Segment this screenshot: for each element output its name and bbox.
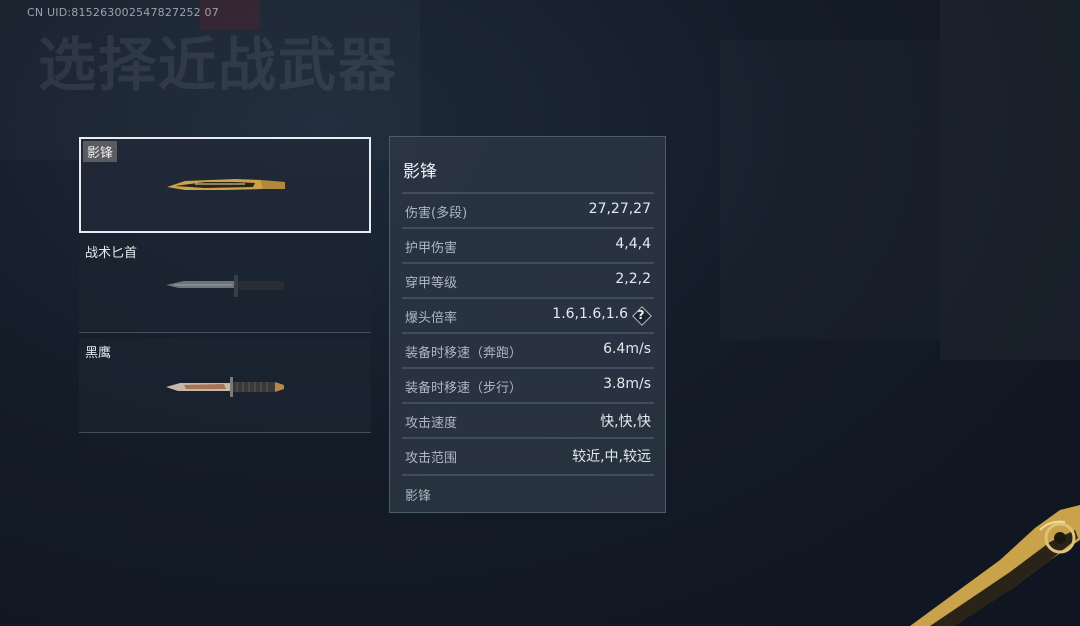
stat-row-attack-speed: 攻击速度 快,快,快 [402, 402, 654, 436]
weapon-name: 战术匕首 [85, 246, 138, 261]
help-icon-glyph: ? [637, 308, 645, 322]
weapon-detail-panel: 影锋 伤害(多段) 27,27,27 护甲伤害 4,4,4 穿甲等级 2,2,2… [389, 136, 666, 513]
stat-label: 爆头倍率 [405, 311, 458, 326]
stat-value: 2,2,2 [615, 271, 651, 287]
help-icon[interactable]: ? [632, 306, 652, 326]
stat-row-armor-damage: 护甲伤害 4,4,4 [402, 227, 654, 261]
blackhawk-knife-icon [166, 377, 284, 397]
weapon-name: 黑鹰 [85, 346, 112, 361]
stat-label: 穿甲等级 [405, 276, 458, 291]
background-panel [720, 40, 940, 340]
weapon-card-yingfeng[interactable]: 影锋 [79, 137, 371, 233]
stat-label: 护甲伤害 [405, 241, 458, 256]
stat-value: 3.8m/s [603, 376, 651, 392]
stat-value: 27,27,27 [588, 201, 651, 217]
weapon-card-tactical-dagger[interactable]: 战术匕首 [79, 238, 371, 333]
weapon-card-heiying[interactable]: 黑鹰 [79, 338, 371, 433]
background-panel [940, 0, 1080, 360]
stat-row-walk-speed: 装备时移速（步行） 3.8m/s [402, 367, 654, 401]
stat-label: 装备时移速（步行） [405, 381, 523, 396]
tactical-dagger-icon [166, 275, 284, 297]
stat-value: 快,快,快 [600, 414, 651, 430]
detail-title: 影锋 [403, 162, 437, 182]
weapon-preview-knife-icon [910, 505, 1080, 626]
stat-row-penetration: 穿甲等级 2,2,2 [402, 262, 654, 296]
stat-label: 攻击范围 [405, 451, 458, 466]
footer-label: 影锋 [405, 489, 432, 504]
page-title: 选择近战武器 [38, 31, 399, 99]
stat-label: 伤害(多段) [405, 206, 468, 221]
stat-row-attack-range: 攻击范围 较近,中,较远 [402, 437, 654, 471]
stat-label: 装备时移速（奔跑） [405, 346, 523, 361]
golden-knife-icon [167, 179, 285, 190]
stat-row-run-speed: 装备时移速（奔跑） 6.4m/s [402, 332, 654, 366]
stat-value: 1.6,1.6,1.6 [552, 306, 628, 322]
weapon-name: 影锋 [83, 141, 118, 162]
stat-value: 4,4,4 [615, 236, 651, 252]
weapon-list: 影锋 战术匕首 黑鹰 [79, 137, 371, 438]
stat-value: 较近,中,较远 [572, 449, 651, 465]
stat-label: 攻击速度 [405, 416, 458, 431]
stat-row-headshot: 爆头倍率 1.6,1.6,1.6 ? [402, 297, 654, 331]
stat-row-damage: 伤害(多段) 27,27,27 [402, 192, 654, 226]
detail-footer: 影锋 [402, 474, 654, 504]
stat-value: 6.4m/s [603, 341, 651, 357]
